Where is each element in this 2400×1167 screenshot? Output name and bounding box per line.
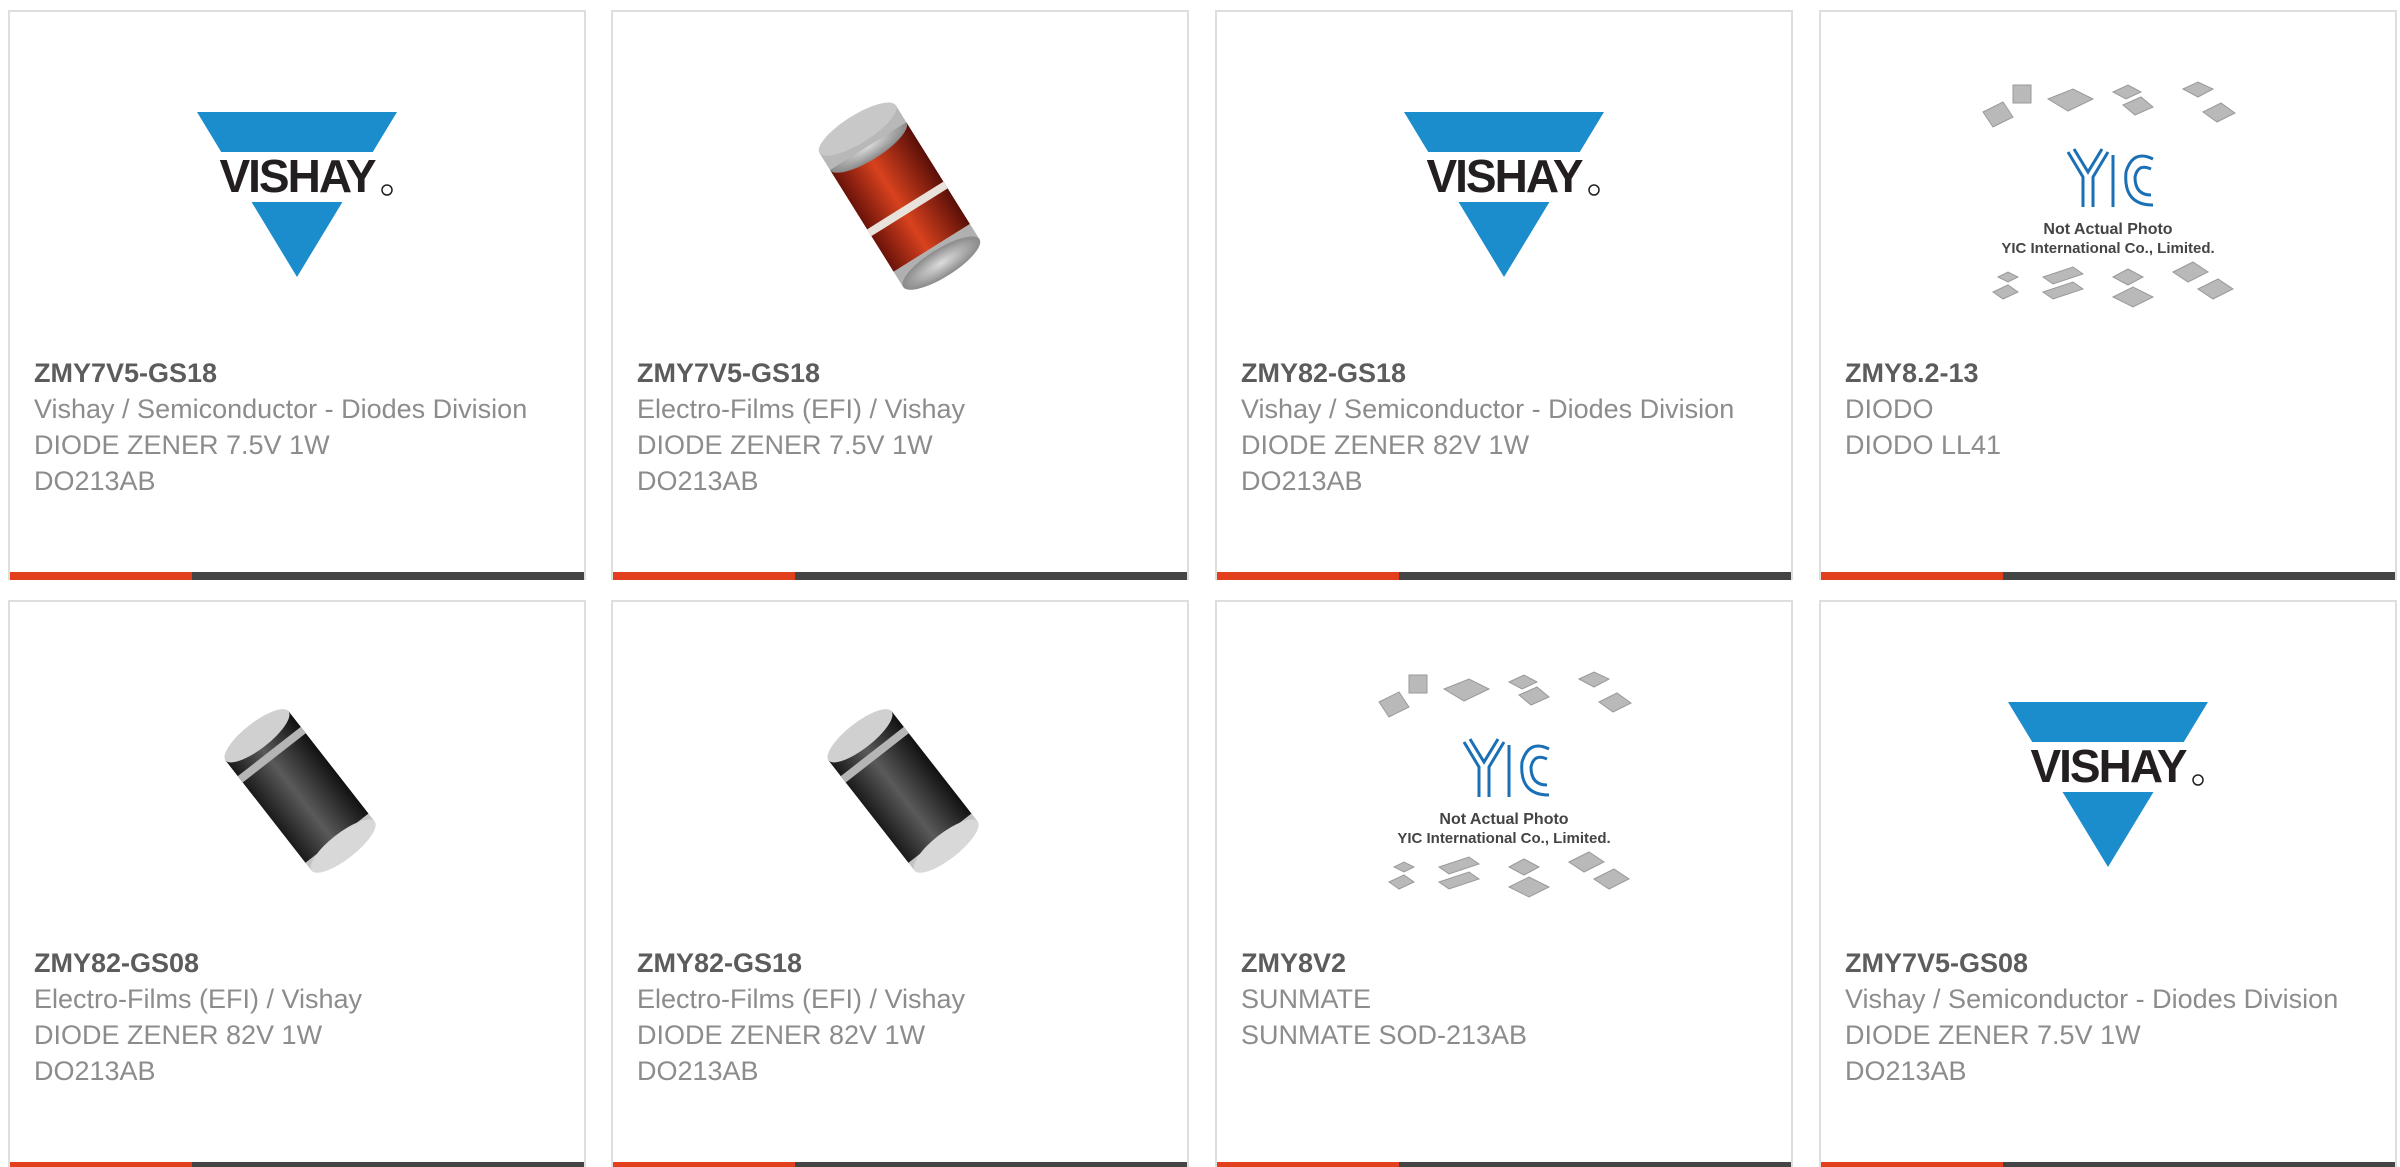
manufacturer: Electro-Films (EFI) / Vishay xyxy=(637,984,966,1014)
product-image-vishay-logo[interactable]: VISHAY xyxy=(1821,662,2395,912)
card-accent-bar xyxy=(613,572,795,580)
vishay-logo-icon: VISHAY xyxy=(197,112,397,277)
yic-placeholder-icon: Not Actual Photo YIC International Co., … xyxy=(1378,671,1632,898)
black-melf-diode-icon xyxy=(827,709,979,873)
product-card[interactable]: VISHAY ZMY7V5-GS18 Vishay / Semiconducto… xyxy=(8,10,586,580)
manufacturer: SUNMATE xyxy=(1241,984,1372,1014)
description: DIODE ZENER 7.5V 1W xyxy=(637,430,933,460)
card-accent-bar xyxy=(1821,572,2003,580)
svg-text:VISHAY: VISHAY xyxy=(2030,740,2186,792)
card-bottom-bar xyxy=(1217,1162,1791,1167)
black-melf-diode-icon xyxy=(224,709,376,873)
product-grid: VISHAY ZMY7V5-GS18 Vishay / Semiconducto… xyxy=(8,10,2400,1167)
product-info: ZMY7V5-GS08 Vishay / Semiconductor - Dio… xyxy=(1845,945,2371,1089)
svg-text:VISHAY: VISHAY xyxy=(219,150,375,202)
description: DIODE ZENER 7.5V 1W xyxy=(1845,1020,2141,1050)
yic-note-line-1: Not Actual Photo xyxy=(2043,221,2172,238)
description: DIODE ZENER 82V 1W xyxy=(1241,430,1530,460)
part-number[interactable]: ZMY82-GS18 xyxy=(637,945,1163,981)
product-card[interactable]: VISHAY ZMY82-GS18 Vishay / Semiconductor… xyxy=(1215,10,1793,580)
product-card[interactable]: VISHAY ZMY7V5-GS08 Vishay / Semiconducto… xyxy=(1819,600,2397,1167)
card-bottom-bar xyxy=(1217,572,1791,580)
product-image-red-melf-diode[interactable] xyxy=(613,72,1187,322)
product-image-black-melf-diode[interactable] xyxy=(10,662,584,912)
package: DO213AB xyxy=(1241,466,1363,496)
card-accent-bar xyxy=(1217,1162,1399,1167)
product-card[interactable]: Not Actual Photo YIC International Co., … xyxy=(1819,10,2397,580)
description: DIODO LL41 xyxy=(1845,430,2002,460)
card-bottom-bar xyxy=(613,572,1187,580)
manufacturer: Vishay / Semiconductor - Diodes Division xyxy=(1845,984,2339,1014)
description: DIODE ZENER 82V 1W xyxy=(34,1020,323,1050)
card-accent-bar xyxy=(1821,1162,2003,1167)
description: DIODE ZENER 82V 1W xyxy=(637,1020,926,1050)
product-card[interactable]: Not Actual Photo YIC International Co., … xyxy=(1215,600,1793,1167)
card-accent-bar xyxy=(613,1162,795,1167)
yic-note-line-2: YIC International Co., Limited. xyxy=(1397,830,1610,847)
package: DO213AB xyxy=(637,466,759,496)
yic-note-line-1: Not Actual Photo xyxy=(1439,811,1568,828)
product-card[interactable]: ZMY82-GS08 Electro-Films (EFI) / Vishay … xyxy=(8,600,586,1167)
product-image-yic-placeholder[interactable]: Not Actual Photo YIC International Co., … xyxy=(1217,662,1791,912)
manufacturer: DIODO xyxy=(1845,394,1934,424)
card-bottom-bar xyxy=(1821,572,2395,580)
svg-text:VISHAY: VISHAY xyxy=(1426,150,1582,202)
product-info: ZMY82-GS18 Vishay / Semiconductor - Diod… xyxy=(1241,355,1767,499)
part-number[interactable]: ZMY7V5-GS18 xyxy=(637,355,1163,391)
part-number[interactable]: ZMY8V2 xyxy=(1241,945,1767,981)
card-bottom-bar xyxy=(10,572,584,580)
manufacturer: Electro-Films (EFI) / Vishay xyxy=(34,984,363,1014)
red-melf-diode-icon xyxy=(818,102,981,290)
package: DO213AB xyxy=(34,1056,156,1086)
part-number[interactable]: ZMY8.2-13 xyxy=(1845,355,2371,391)
product-card[interactable]: ZMY7V5-GS18 Electro-Films (EFI) / Vishay… xyxy=(611,10,1189,580)
part-number[interactable]: ZMY82-GS08 xyxy=(34,945,560,981)
product-image-vishay-logo[interactable]: VISHAY xyxy=(1217,72,1791,322)
package: DO213AB xyxy=(1845,1056,1967,1086)
card-bottom-bar xyxy=(1821,1162,2395,1167)
yic-placeholder-icon: Not Actual Photo YIC International Co., … xyxy=(1982,81,2236,308)
part-number[interactable]: ZMY7V5-GS18 xyxy=(34,355,560,391)
product-info: ZMY82-GS08 Electro-Films (EFI) / Vishay … xyxy=(34,945,560,1089)
yic-note-line-2: YIC International Co., Limited. xyxy=(2001,240,2214,257)
card-accent-bar xyxy=(10,1162,192,1167)
product-info: ZMY8V2 SUNMATE SUNMATE SOD-213AB xyxy=(1241,945,1767,1053)
card-bottom-bar xyxy=(10,1162,584,1167)
product-image-yic-placeholder[interactable]: Not Actual Photo YIC International Co., … xyxy=(1821,72,2395,322)
card-accent-bar xyxy=(10,572,192,580)
description: SUNMATE SOD-213AB xyxy=(1241,1020,1528,1050)
description: DIODE ZENER 7.5V 1W xyxy=(34,430,330,460)
product-image-black-melf-diode[interactable] xyxy=(613,662,1187,912)
manufacturer: Vishay / Semiconductor - Diodes Division xyxy=(34,394,528,424)
vishay-logo-icon: VISHAY xyxy=(1404,112,1604,277)
part-number[interactable]: ZMY7V5-GS08 xyxy=(1845,945,2371,981)
product-image-vishay-logo[interactable]: VISHAY xyxy=(10,72,584,322)
package: DO213AB xyxy=(34,466,156,496)
package: DO213AB xyxy=(637,1056,759,1086)
part-number[interactable]: ZMY82-GS18 xyxy=(1241,355,1767,391)
product-card[interactable]: ZMY82-GS18 Electro-Films (EFI) / Vishay … xyxy=(611,600,1189,1167)
vishay-logo-icon: VISHAY xyxy=(2008,702,2208,867)
product-info: ZMY8.2-13 DIODO DIODO LL41 xyxy=(1845,355,2371,463)
card-accent-bar xyxy=(1217,572,1399,580)
card-bottom-bar xyxy=(613,1162,1187,1167)
product-info: ZMY7V5-GS18 Vishay / Semiconductor - Dio… xyxy=(34,355,560,499)
manufacturer: Electro-Films (EFI) / Vishay xyxy=(637,394,966,424)
product-info: ZMY82-GS18 Electro-Films (EFI) / Vishay … xyxy=(637,945,1163,1089)
product-info: ZMY7V5-GS18 Electro-Films (EFI) / Vishay… xyxy=(637,355,1163,499)
manufacturer: Vishay / Semiconductor - Diodes Division xyxy=(1241,394,1735,424)
